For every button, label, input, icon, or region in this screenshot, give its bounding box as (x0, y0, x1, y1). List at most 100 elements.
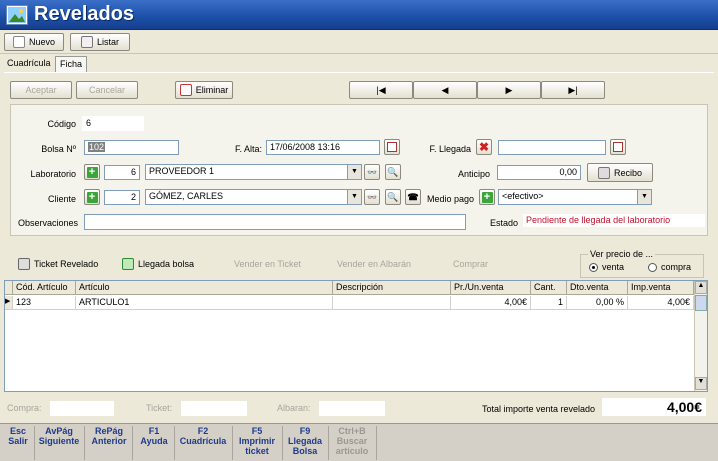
search-cliente-button[interactable]: 🔍 (385, 189, 401, 205)
cell-dto-venta[interactable]: 0,00 % (567, 296, 628, 310)
fkey-repag-label: Anterior (91, 436, 127, 446)
anticipo-label: Anticipo (457, 169, 490, 179)
medio-pago-select[interactable]: <efectivo> ▼ (498, 189, 652, 205)
falta-field[interactable]: 17/06/2008 13:16 (266, 140, 380, 155)
cell-cant[interactable]: 1 (531, 296, 567, 310)
eliminar-button[interactable]: Eliminar (175, 81, 233, 99)
fkey-f2[interactable]: F2 Cuadrícula (176, 426, 233, 460)
function-keys-bar: Esc Salir AvPág Siguiente RePág Anterior F1… (0, 423, 718, 461)
col-dto-venta[interactable]: Dto.venta (567, 281, 628, 295)
col-descripcion[interactable]: Descripción (333, 281, 451, 295)
total-value: 4,00€ (602, 398, 706, 416)
codigo-value: 6 (82, 116, 144, 131)
fkey-repag[interactable]: RePág Anterior (88, 426, 133, 460)
fkey-ctrlb[interactable]: Ctrl+B Buscar artículo (330, 426, 377, 460)
listar-label: Listar (96, 37, 119, 47)
calendar-icon (613, 142, 623, 152)
llegada-bolsa-button[interactable]: Llegada bolsa (122, 258, 194, 270)
plus-icon: + (86, 191, 98, 203)
fkey-f1[interactable]: F1 Ayuda (136, 426, 175, 460)
listar-button[interactable]: Listar (70, 33, 130, 51)
aceptar-button[interactable]: Aceptar (10, 81, 72, 99)
col-cant[interactable]: Cant. (531, 281, 567, 295)
clear-fllegada-button[interactable]: ✖ (476, 139, 492, 155)
observaciones-field[interactable] (84, 214, 466, 230)
grid-scrollbar[interactable]: ▲ ▼ (694, 281, 707, 391)
scroll-down-icon[interactable]: ▼ (695, 377, 707, 390)
col-cod-articulo[interactable]: Cód. Artículo (13, 281, 76, 295)
calendar-fllegada-button[interactable] (610, 139, 626, 155)
recibo-button[interactable]: Recibo (587, 163, 653, 182)
calendar-falta-button[interactable] (384, 139, 400, 155)
cliente-code[interactable]: 2 (104, 190, 140, 205)
col-imp-venta[interactable]: Imp.venta (628, 281, 694, 295)
fkey-f5[interactable]: F5 Imprimir ticket (234, 426, 283, 460)
photo-icon (6, 5, 28, 25)
col-articulo[interactable]: Artículo (76, 281, 333, 295)
scroll-thumb[interactable] (695, 295, 707, 311)
cell-cod-articulo[interactable]: 123 (13, 296, 76, 310)
view-cliente-button[interactable]: 👓 (364, 189, 380, 205)
cliente-label: Cliente (47, 194, 76, 204)
laboratorio-code[interactable]: 6 (104, 165, 140, 180)
codigo-label: Código (47, 119, 76, 129)
fkey-f2-label: Cuadrícula (179, 436, 227, 446)
falta-label: F. Alta: (234, 144, 262, 154)
delete-icon (179, 84, 192, 96)
anticipo-field[interactable]: 0,00 (497, 165, 581, 180)
observaciones-label: Observaciones (17, 218, 78, 228)
add-cliente-button[interactable]: + (84, 189, 100, 205)
vender-albaran-button[interactable]: Vender en Albarán (337, 259, 411, 269)
ticket-revelado-button[interactable]: Ticket Revelado (18, 258, 98, 270)
bolsa-field[interactable]: 102 (84, 140, 179, 155)
comprar-button[interactable]: Comprar (453, 259, 488, 269)
chevron-down-icon: ▼ (347, 190, 361, 204)
laboratorio-select[interactable]: PROVEEDOR 1 ▼ (145, 164, 362, 180)
col-pr-un-venta[interactable]: Pr./Un.venta (451, 281, 531, 295)
fkey-avpag[interactable]: AvPág Siguiente (36, 426, 85, 460)
cell-imp-venta[interactable]: 4,00€ (628, 296, 694, 310)
phone-cliente-button[interactable]: ☎ (405, 189, 421, 205)
row-indicator-header (5, 281, 13, 295)
add-medio-pago-button[interactable]: + (479, 189, 495, 205)
previous-record-button[interactable]: ◀ (413, 81, 477, 99)
ver-precio-title: Ver precio de ... (588, 249, 656, 259)
calendar-icon (387, 142, 397, 152)
fkey-ctrlb-key: Ctrl+B (338, 426, 366, 436)
search-laboratorio-button[interactable]: 🔍 (385, 164, 401, 180)
venta-radio[interactable]: venta (589, 262, 624, 272)
first-record-button[interactable]: |◀ (349, 81, 413, 99)
cancelar-button[interactable]: Cancelar (76, 81, 138, 99)
next-record-button[interactable]: ▶ (477, 81, 541, 99)
fkey-f9[interactable]: F9 Llegada Bolsa (284, 426, 329, 460)
cell-pr-un-venta[interactable]: 4,00€ (451, 296, 531, 310)
bolsa-value: 102 (88, 142, 106, 152)
scroll-up-icon[interactable]: ▲ (695, 281, 707, 294)
last-record-button[interactable]: ▶| (541, 81, 605, 99)
phone-icon: ☎ (407, 191, 419, 202)
fkey-avpag-label: Siguiente (38, 436, 80, 446)
medio-pago-value: <efectivo> (502, 191, 544, 201)
albaran-label: Albaran: (277, 403, 311, 413)
cell-descripcion[interactable] (333, 296, 451, 310)
cliente-select[interactable]: GÓMEZ, CARLES ▼ (145, 189, 362, 205)
row-pointer-icon: ▶ (5, 296, 13, 310)
laboratorio-name: PROVEEDOR 1 (149, 166, 215, 176)
fllegada-field[interactable] (498, 140, 606, 155)
eliminar-label: Eliminar (195, 85, 229, 95)
tab-ficha[interactable]: Ficha (55, 56, 88, 72)
add-laboratorio-button[interactable]: + (84, 164, 100, 180)
view-laboratorio-button[interactable]: 👓 (364, 164, 380, 180)
nuevo-button[interactable]: Nuevo (4, 33, 64, 51)
chevron-down-icon: ▼ (347, 165, 361, 179)
toolbar: Nuevo Listar (0, 30, 718, 54)
arrow-down-icon (122, 258, 134, 270)
vender-ticket-button[interactable]: Vender en Ticket (234, 259, 301, 269)
articles-grid: Cód. Artículo Artículo Descripción Pr./U… (4, 280, 708, 392)
venta-label: venta (602, 262, 625, 272)
title-bar: Revelados (0, 0, 718, 30)
cell-articulo[interactable]: ARTICULO1 (76, 296, 333, 310)
fkey-esc[interactable]: Esc Salir (4, 426, 35, 460)
compra-radio[interactable]: compra (648, 262, 691, 272)
tab-cuadricula[interactable]: Cuadrícula (3, 56, 55, 72)
